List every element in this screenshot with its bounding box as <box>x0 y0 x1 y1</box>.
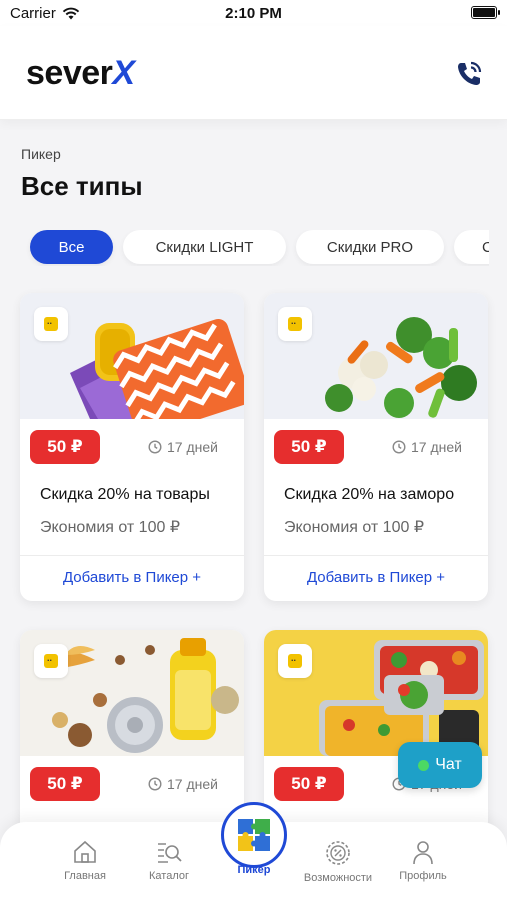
discount-gear-icon <box>326 841 350 865</box>
page-title: Все типы <box>21 171 143 201</box>
days-left-label: 17 дней <box>167 776 218 792</box>
partner-logo-badge <box>278 644 312 678</box>
catalog-search-icon <box>158 843 182 863</box>
nav-item-features[interactable]: Возможности <box>298 822 378 900</box>
price-badge: 50 ₽ <box>30 767 100 801</box>
price-badge: 50 ₽ <box>274 430 344 464</box>
offer-card[interactable]: 50 ₽ 17 дней Скидка 20% на товары Эконом… <box>20 293 244 601</box>
clock: 2:10 PM <box>225 5 282 22</box>
puzzle-icon <box>238 819 270 851</box>
phone-icon <box>458 61 482 85</box>
days-left: 17 дней <box>138 770 228 798</box>
divider <box>20 555 244 556</box>
nav-label: Главная <box>64 870 106 882</box>
logo-text: sever <box>26 54 113 92</box>
price-badge: 50 ₽ <box>30 430 100 464</box>
picker-tab-button[interactable] <box>221 802 287 868</box>
home-icon <box>74 840 96 863</box>
logo-accent: X <box>112 54 135 92</box>
filter-chip-pro[interactable]: Скидки PRO <box>296 230 444 264</box>
breadcrumb: Пикер <box>21 146 61 162</box>
filter-chips: Все Скидки LIGHT Скидки PRO С <box>0 230 489 266</box>
offer-title: Скидка 20% на заморо <box>284 486 455 503</box>
profile-icon <box>413 841 433 865</box>
filter-chip-all[interactable]: Все <box>30 230 113 264</box>
clock-icon <box>148 777 162 791</box>
app-header: severX <box>0 26 507 120</box>
severx-logo[interactable]: severX <box>26 54 135 93</box>
filter-chip-light[interactable]: Скидки LIGHT <box>123 230 286 264</box>
days-left: 17 дней <box>138 433 228 461</box>
nav-item-home[interactable]: Главная <box>45 822 125 900</box>
nav-label: Возможности <box>303 872 373 884</box>
offer-savings: Экономия от 100 ₽ <box>40 519 180 536</box>
nav-item-catalog[interactable]: Каталог <box>129 822 209 900</box>
chat-label: Чат <box>435 756 462 773</box>
add-to-picker-button[interactable]: Добавить в Пикер + <box>20 569 244 586</box>
battery-icon <box>471 6 500 19</box>
partner-logo-badge <box>278 307 312 341</box>
offer-card[interactable]: 50 ₽ 17 дней Скидка 20% на заморо Эконом… <box>264 293 488 601</box>
days-left: 17 дней <box>382 433 472 461</box>
filter-chip-more[interactable]: С <box>454 230 489 264</box>
nav-label: Профиль <box>399 870 447 882</box>
offer-title: Скидка 20% на товары <box>40 486 210 503</box>
clock-icon <box>392 440 406 454</box>
call-button[interactable] <box>453 58 485 90</box>
online-indicator <box>418 759 430 771</box>
nav-item-profile[interactable]: Профиль <box>383 822 463 900</box>
price-badge: 50 ₽ <box>274 767 344 801</box>
days-left-label: 17 дней <box>167 439 218 455</box>
days-left-label: 17 дней <box>411 439 462 455</box>
offer-savings: Экономия от 100 ₽ <box>284 519 424 536</box>
add-to-picker-button[interactable]: Добавить в Пикер + <box>264 569 488 586</box>
partner-logo-badge <box>34 307 68 341</box>
divider <box>264 555 488 556</box>
chat-button[interactable]: Чат <box>398 742 482 788</box>
nav-label: Каталог <box>149 870 189 882</box>
status-bar: Carrier 2:10 PM <box>0 0 507 26</box>
partner-logo-badge <box>34 644 68 678</box>
clock-icon <box>148 440 162 454</box>
